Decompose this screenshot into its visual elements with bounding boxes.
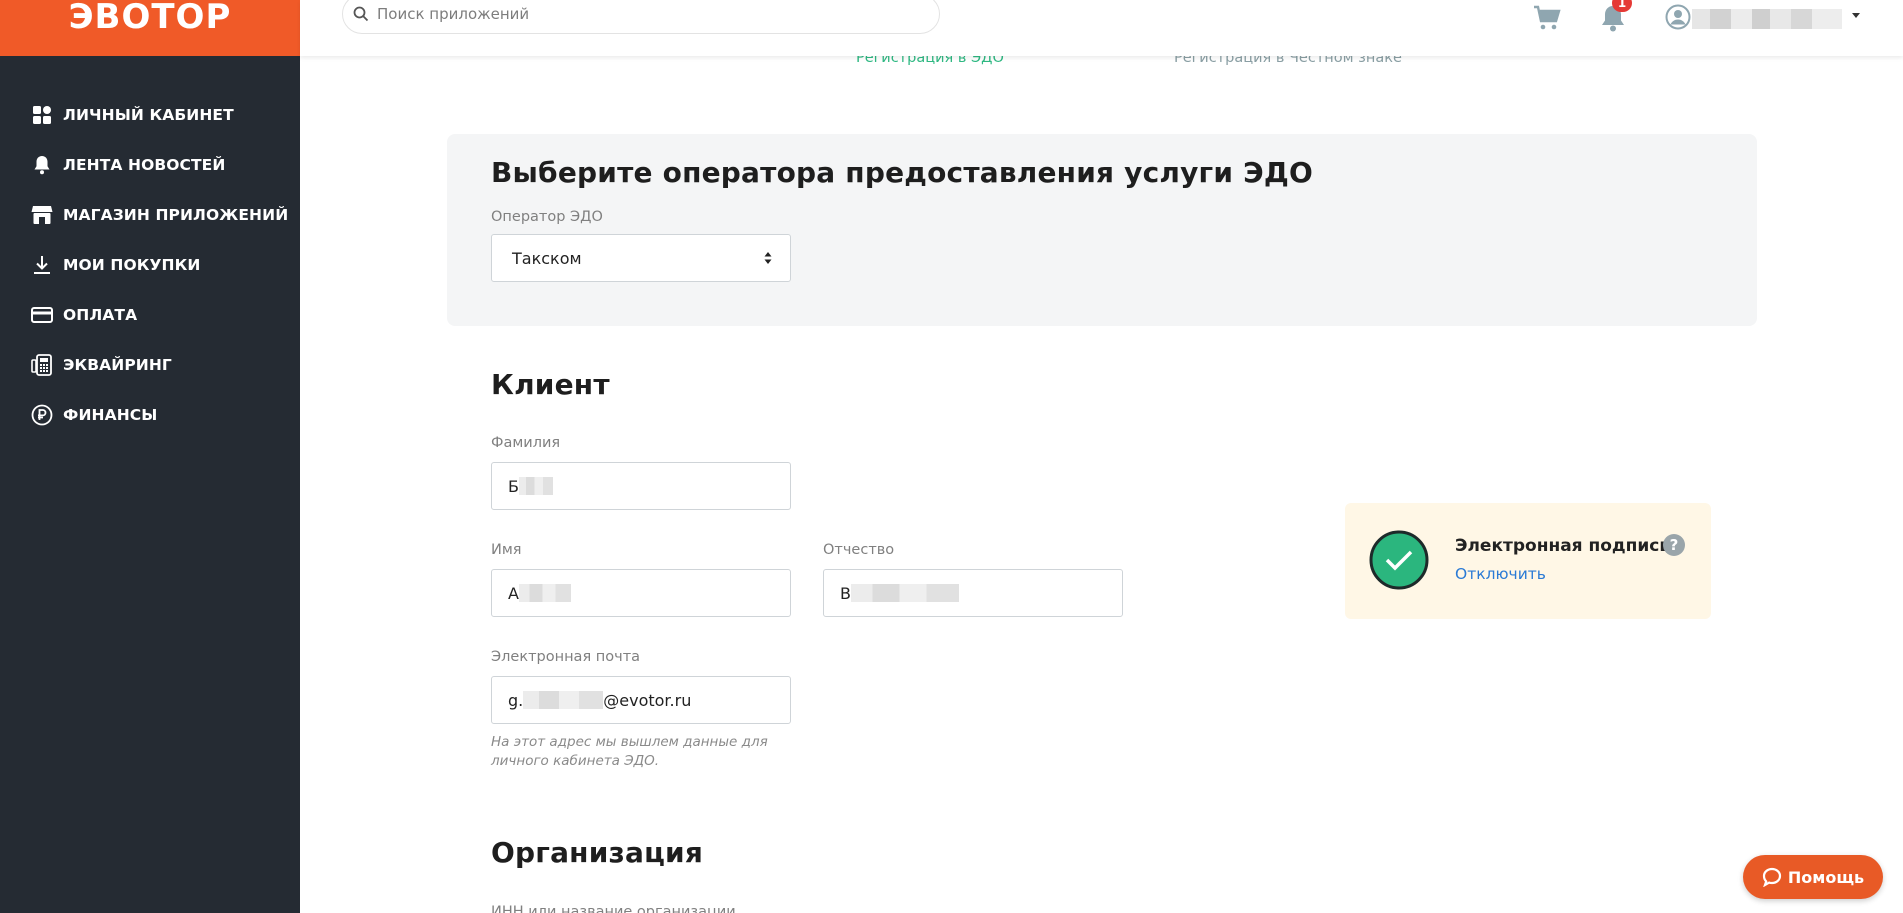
user-avatar-icon[interactable] <box>1665 4 1691 30</box>
redacted-text <box>523 691 604 709</box>
redacted-text <box>850 584 959 602</box>
sidebar-item-label: ФИНАНСЫ <box>63 406 158 424</box>
logo-text: ЭВОТОР <box>68 0 232 37</box>
sidebar: ЭВОТОР ЛИЧНЫЙ КАБИНЕТ ЛЕНТА НОВОСТЕЙ МАГ… <box>0 0 300 913</box>
sidebar-item-news[interactable]: ЛЕНТА НОВОСТЕЙ <box>0 140 300 190</box>
sidebar-item-dashboard[interactable]: ЛИЧНЫЙ КАБИНЕТ <box>0 90 300 140</box>
email-hint: На этот адрес мы вышлем данные для лично… <box>491 734 768 769</box>
sidebar-item-label: ОПЛАТА <box>63 306 138 324</box>
organization-section-title: Организация <box>491 836 704 869</box>
patronymic-value: В <box>840 583 851 603</box>
signature-title: Электронная подпись <box>1455 536 1671 556</box>
user-menu-chevron-down-icon[interactable] <box>1852 13 1860 18</box>
inn-label: ИНН или название организации <box>491 904 736 913</box>
sidebar-item-purchases[interactable]: МОИ ПОКУПКИ <box>0 240 300 290</box>
search-box[interactable] <box>342 0 940 34</box>
name-field[interactable]: А <box>491 569 791 617</box>
sidebar-item-app-store[interactable]: МАГАЗИН ПРИЛОЖЕНИЙ <box>0 190 300 240</box>
bell-icon <box>31 154 53 176</box>
name-label: Имя <box>491 542 522 558</box>
download-icon <box>31 254 53 276</box>
patronymic-field[interactable]: В <box>823 569 1123 617</box>
notification-badge: 1 <box>1612 0 1632 12</box>
credit-card-icon <box>31 304 53 326</box>
search-icon <box>353 6 369 22</box>
ruble-icon <box>31 404 53 426</box>
select-arrows-icon <box>764 252 772 264</box>
chat-bubble-icon <box>1762 867 1781 887</box>
help-button[interactable]: Помощь <box>1743 855 1883 899</box>
operator-section: Выберите оператора предоставления услуги… <box>447 134 1757 326</box>
email-label: Электронная почта <box>491 649 641 665</box>
operator-selected-value: Такском <box>512 248 582 268</box>
surname-field[interactable]: Б <box>491 462 791 510</box>
client-section-title: Клиент <box>491 368 610 401</box>
email-domain: @evotor.ru <box>603 690 692 710</box>
disable-signature-link[interactable]: Отключить <box>1455 565 1546 583</box>
patronymic-label: Отчество <box>823 542 895 558</box>
sidebar-item-label: ЛЕНТА НОВОСТЕЙ <box>63 156 226 174</box>
main-content: Регистрация в ЭДО Регистрация в Честном … <box>300 50 1903 913</box>
check-circle-icon <box>1369 530 1429 590</box>
electronic-signature-card: Электронная подпись ? Отключить <box>1345 503 1711 619</box>
surname-value: Б <box>508 476 519 496</box>
pos-terminal-icon <box>31 354 53 376</box>
surname-label: Фамилия <box>491 435 561 451</box>
help-question-icon[interactable]: ? <box>1663 534 1685 556</box>
top-header: 1 <box>300 0 1903 56</box>
sidebar-nav: ЛИЧНЫЙ КАБИНЕТ ЛЕНТА НОВОСТЕЙ МАГАЗИН ПР… <box>0 90 300 440</box>
sidebar-item-label: ЭКВАЙРИНГ <box>63 356 172 374</box>
sidebar-item-label: МАГАЗИН ПРИЛОЖЕНИЙ <box>63 206 289 224</box>
store-icon <box>31 204 53 226</box>
evotor-logo[interactable]: ЭВОТОР <box>0 0 300 56</box>
name-value: А <box>508 583 519 603</box>
sidebar-item-acquiring[interactable]: ЭКВАЙРИНГ <box>0 340 300 390</box>
help-button-label: Помощь <box>1787 867 1865 887</box>
redacted-text <box>518 584 571 602</box>
operator-label: Оператор ЭДО <box>491 209 603 225</box>
operator-select[interactable]: Такском <box>491 234 791 282</box>
dashboard-grid-icon <box>31 104 53 126</box>
cart-icon[interactable] <box>1532 4 1562 32</box>
search-input[interactable] <box>377 5 897 23</box>
email-prefix: g. <box>508 690 524 710</box>
redacted-text <box>518 477 553 495</box>
username-redacted[interactable] <box>1692 9 1842 29</box>
email-field[interactable]: g. @evotor.ru <box>491 676 791 724</box>
sidebar-item-payment[interactable]: ОПЛАТА <box>0 290 300 340</box>
sidebar-item-label: ЛИЧНЫЙ КАБИНЕТ <box>63 106 234 124</box>
operator-section-title: Выберите оператора предоставления услуги… <box>491 156 1314 189</box>
sidebar-item-label: МОИ ПОКУПКИ <box>63 256 201 274</box>
sidebar-item-finance[interactable]: ФИНАНСЫ <box>0 390 300 440</box>
